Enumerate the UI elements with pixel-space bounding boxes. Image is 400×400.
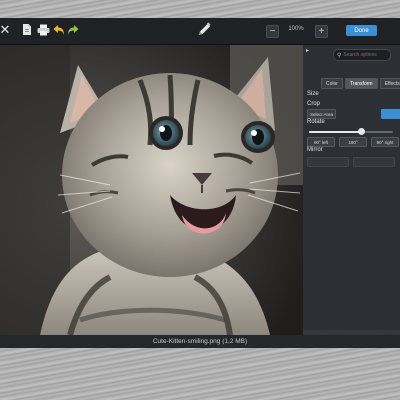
size-heading: Size: [307, 91, 319, 97]
expand-arrow-icon[interactable]: ▸: [306, 47, 309, 54]
pencil-icon[interactable]: [196, 22, 212, 38]
search-input[interactable]: [341, 51, 388, 59]
rotate-slider-fill: [309, 131, 362, 133]
zoom-level-value: 100%: [288, 26, 304, 32]
file-name-label: Cute-Kitten-smiling.png (1,2 MB): [152, 338, 248, 345]
mirror-vertical-button[interactable]: [353, 157, 395, 167]
image-canvas[interactable]: [0, 45, 303, 335]
kitten-photo: [0, 45, 303, 335]
search-box[interactable]: ⚲: [333, 49, 391, 61]
document-icon[interactable]: [22, 23, 32, 36]
image-editor-window: ✕ − 100% + Done ▸ ⚲ Search options Color…: [0, 18, 400, 348]
done-button[interactable]: Done: [346, 25, 377, 36]
rotate-slider[interactable]: [309, 128, 393, 135]
zoom-in-button[interactable]: +: [315, 25, 328, 38]
mirror-horizontal-button[interactable]: [307, 157, 349, 167]
tab-effects[interactable]: Effects: [379, 78, 400, 89]
print-icon[interactable]: [37, 24, 50, 36]
rotate-right-button[interactable]: 90° right: [371, 137, 399, 147]
options-panel: ▸ ⚲ Color Transform Effects Size Crop Se…: [303, 45, 400, 335]
rotate-slider-thumb[interactable]: [358, 128, 366, 135]
tab-transform[interactable]: Transform: [344, 78, 378, 89]
select-area-button[interactable]: Select Area: [307, 109, 336, 119]
panel-tabs: Color Transform Effects: [321, 78, 400, 89]
zoom-out-button[interactable]: −: [266, 25, 279, 38]
close-icon[interactable]: ✕: [0, 23, 11, 37]
top-toolbar: ✕ − 100% + Done: [0, 18, 400, 45]
tab-color[interactable]: Color: [321, 78, 343, 89]
crop-heading: Crop: [307, 101, 321, 107]
rotate-left-button[interactable]: 90° left: [307, 137, 335, 147]
mirror-heading: Mirror: [307, 147, 323, 153]
status-bar: Cute-Kitten-smiling.png (1,2 MB): [0, 335, 400, 348]
redo-icon[interactable]: [67, 24, 79, 36]
rotate-180-button[interactable]: 180°: [339, 137, 367, 147]
crop-apply-button[interactable]: [381, 109, 400, 119]
rotate-heading: Rotate: [307, 119, 325, 125]
undo-icon[interactable]: [53, 24, 65, 36]
